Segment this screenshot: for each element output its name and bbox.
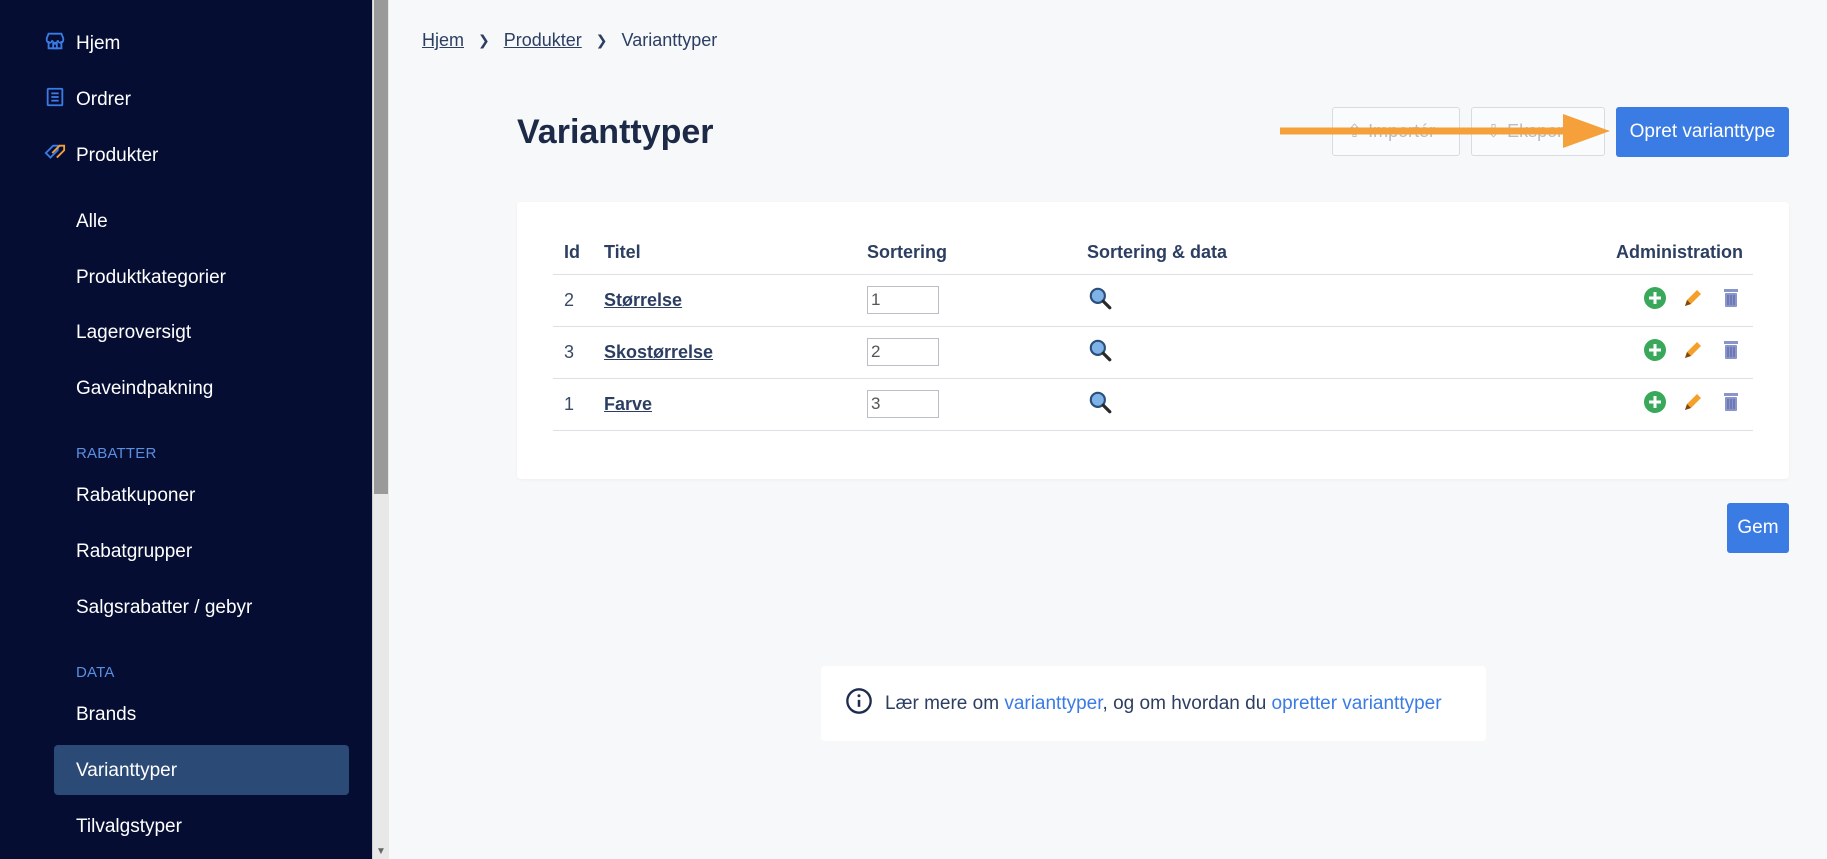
- sidebar: Hjem Ordrer Produkter Alle Produktkatego…: [0, 0, 372, 859]
- breadcrumb: Hjem ❯ Produkter ❯ Varianttyper: [422, 30, 717, 51]
- col-administration: Administration: [1526, 232, 1753, 275]
- sidebar-item-label: Produkter: [76, 145, 159, 166]
- sidebar-item-rabatkuponer[interactable]: Rabatkuponer: [76, 485, 195, 507]
- sidebar-item-varianttyper[interactable]: Varianttyper: [76, 760, 177, 782]
- sidebar-item-label: Hjem: [76, 33, 121, 54]
- sidebar-item-rabatgrupper[interactable]: Rabatgrupper: [76, 541, 192, 563]
- tag-icon: [44, 142, 66, 170]
- info-middle: , og om hvordan du: [1102, 692, 1267, 714]
- info-link-varianttyper[interactable]: varianttyper: [1004, 693, 1102, 714]
- sidebar-item-hjem[interactable]: Hjem: [44, 30, 120, 58]
- sidebar-item-ordrer[interactable]: Ordrer: [44, 86, 131, 114]
- varianttyper-card: Id Titel Sortering Sortering & data Admi…: [517, 202, 1789, 479]
- row-id: 3: [553, 326, 593, 379]
- sidebar-section-data: DATA: [76, 664, 115, 681]
- sort-input[interactable]: [867, 390, 939, 418]
- sidebar-item-produkter[interactable]: Produkter: [44, 142, 158, 170]
- sidebar-item-lageroversigt[interactable]: Lageroversigt: [76, 322, 191, 344]
- breadcrumb-current: Varianttyper: [621, 30, 718, 50]
- sidebar-item-gaveindpakning[interactable]: Gaveindpakning: [76, 378, 213, 400]
- chevron-right-icon: ❯: [595, 32, 608, 48]
- store-icon: [44, 30, 66, 58]
- edit-icon[interactable]: [1681, 338, 1705, 362]
- edit-icon[interactable]: [1681, 390, 1705, 414]
- sidebar-item-brands[interactable]: Brands: [76, 704, 136, 726]
- arrow-annotation-icon: [1280, 114, 1610, 148]
- info-box: Lær mere om varianttyper, og om hvordan …: [821, 666, 1486, 741]
- page-title: Varianttyper: [517, 113, 714, 151]
- delete-icon[interactable]: [1719, 286, 1743, 310]
- sidebar-item-label: Ordrer: [76, 89, 131, 110]
- add-icon[interactable]: [1643, 390, 1667, 414]
- chevron-right-icon: ❯: [478, 32, 490, 48]
- table-row: 1 Farve: [553, 378, 1753, 431]
- row-title-link[interactable]: Farve: [604, 394, 652, 414]
- breadcrumb-produkter[interactable]: Produkter: [504, 30, 582, 51]
- sidebar-item-alle[interactable]: Alle: [76, 211, 108, 233]
- info-prefix: Lær mere om: [885, 692, 1000, 714]
- scrollbar-thumb[interactable]: [374, 0, 388, 494]
- add-icon[interactable]: [1643, 286, 1667, 310]
- sort-input[interactable]: [867, 286, 939, 314]
- sort-input[interactable]: [867, 338, 939, 366]
- sidebar-item-produktkategorier[interactable]: Produktkategorier: [76, 267, 226, 289]
- scroll-down-icon[interactable]: ▼: [376, 846, 386, 857]
- search-icon[interactable]: [1087, 339, 1113, 367]
- sidebar-scrollbar[interactable]: ▼: [372, 0, 389, 859]
- row-title-link[interactable]: Skostørrelse: [604, 342, 713, 362]
- breadcrumb-hjem[interactable]: Hjem: [422, 30, 464, 51]
- sidebar-section-rabatter: RABATTER: [76, 445, 157, 462]
- table-row: 2 Størrelse: [553, 274, 1753, 327]
- search-icon[interactable]: [1087, 287, 1113, 315]
- save-button[interactable]: Gem: [1727, 503, 1789, 553]
- delete-icon[interactable]: [1719, 390, 1743, 414]
- row-id: 2: [553, 274, 593, 327]
- create-varianttype-button[interactable]: Opret varianttype: [1616, 107, 1789, 157]
- col-sortering-data: Sortering & data: [1076, 232, 1526, 275]
- add-icon[interactable]: [1643, 338, 1667, 362]
- info-link-opretter[interactable]: opretter varianttyper: [1272, 693, 1442, 714]
- edit-icon[interactable]: [1681, 286, 1705, 310]
- col-sortering: Sortering: [856, 232, 1076, 275]
- sidebar-item-tilvalgstyper[interactable]: Tilvalgstyper: [76, 816, 182, 838]
- list-icon: [44, 86, 66, 114]
- info-text: Lær mere om varianttyper, og om hvordan …: [885, 693, 1442, 715]
- row-title-link[interactable]: Størrelse: [604, 290, 682, 310]
- search-icon[interactable]: [1087, 391, 1113, 419]
- info-icon: [845, 687, 873, 721]
- table-row: 3 Skostørrelse: [553, 326, 1753, 379]
- col-id: Id: [553, 232, 593, 275]
- row-id: 1: [553, 378, 593, 431]
- varianttyper-table: Id Titel Sortering Sortering & data Admi…: [553, 232, 1753, 431]
- delete-icon[interactable]: [1719, 338, 1743, 362]
- sidebar-item-salgsrabatter[interactable]: Salgsrabatter / gebyr: [76, 597, 252, 619]
- col-titel: Titel: [593, 232, 856, 275]
